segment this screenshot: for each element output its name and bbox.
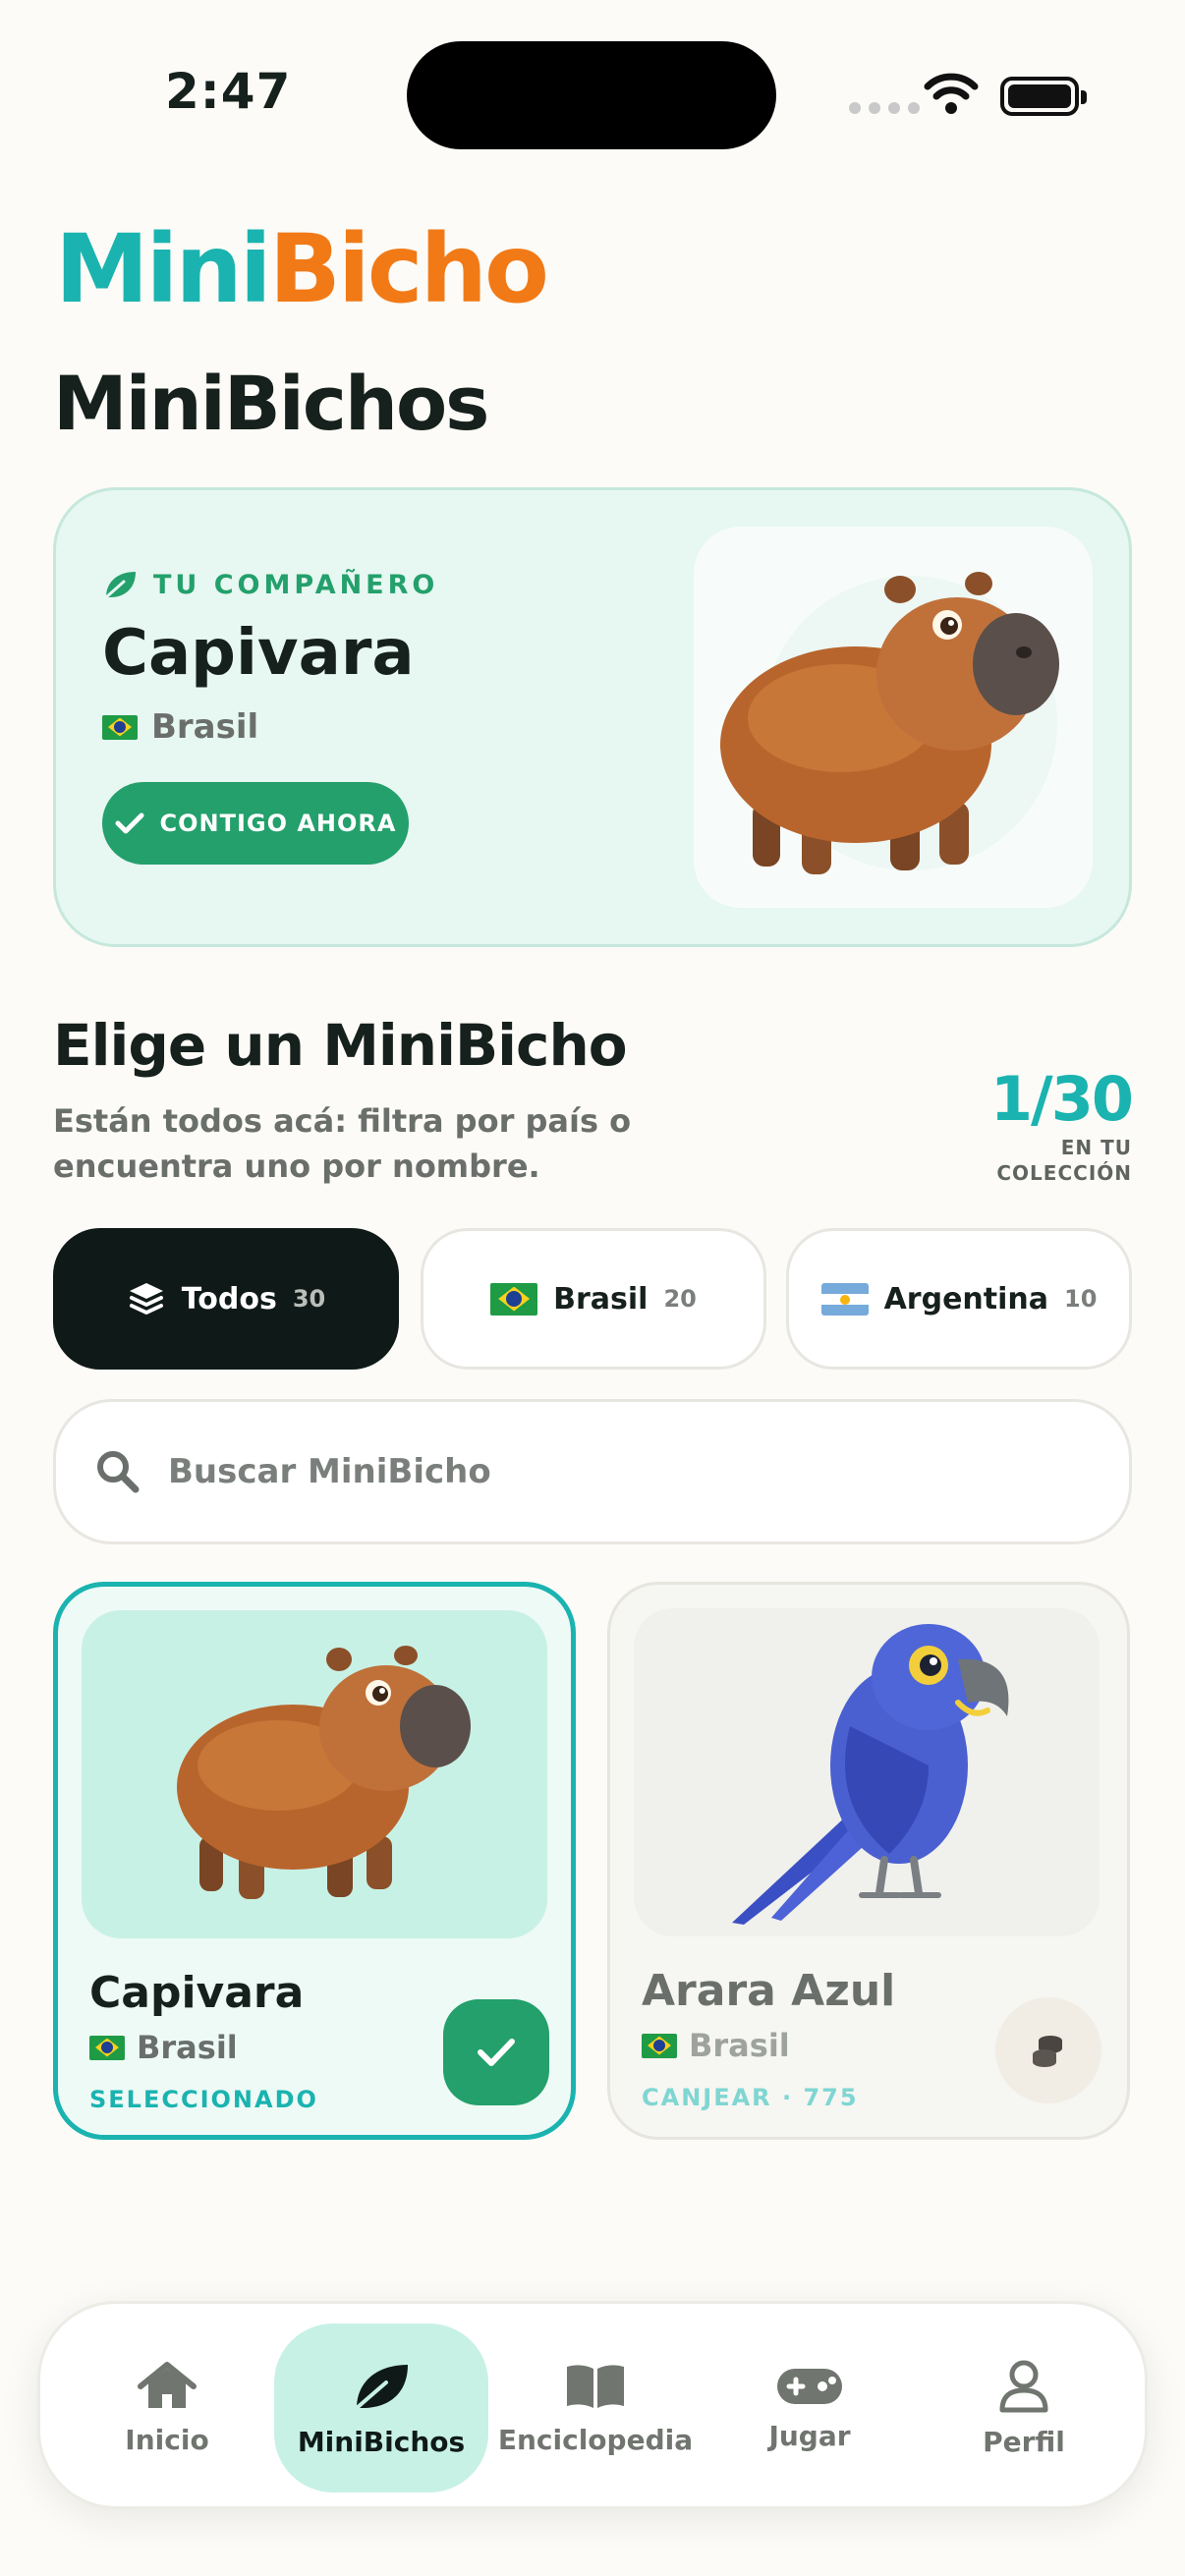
minibicho-card-arara-azul[interactable]: Arara Azul Brasil CANJEAR · 775 [607,1582,1130,2140]
nav-label: MiniBichos [297,2425,466,2458]
collection-count: 1/30 EN TU COLECCIÓN [975,1063,1134,1186]
filter-argentina[interactable]: Argentina 10 [786,1228,1132,1370]
card-name: Capivara [89,1968,305,2018]
nav-item-jugar[interactable]: Jugar [703,2324,917,2492]
gamepad-icon [777,2368,842,2404]
dynamic-island [407,41,776,149]
search-bar[interactable] [53,1399,1132,1544]
card-country: Brasil [642,2027,790,2064]
nav-label: Inicio [125,2423,209,2456]
checkmark-icon [478,2039,515,2066]
selected-check-button[interactable] [443,1999,549,2105]
card-name: Arara Azul [642,1966,896,2016]
search-input[interactable] [168,1452,954,1491]
filter-count: 10 [1064,1285,1098,1313]
macaw-illustration [732,1624,1009,1925]
layers-icon [129,1283,163,1315]
leaf-icon [355,2364,408,2410]
nav-label: Perfil [983,2425,1065,2458]
status-time: 2:47 [165,63,292,120]
filter-brasil[interactable]: Brasil 20 [421,1228,766,1370]
card-country: Brasil [89,2029,238,2066]
filter-count: 20 [663,1285,697,1313]
brazil-flag-icon [89,2035,125,2060]
leaf-icon [104,572,136,599]
minibicho-card-capivara[interactable]: Capivara Brasil SELECCIONADO [53,1582,576,2140]
filter-count: 30 [292,1285,326,1313]
bottom-nav: Inicio MiniBichos Enciclopedia Jugar Per… [37,2301,1148,2509]
card-image [634,1608,1100,1936]
nav-item-perfil[interactable]: Perfil [917,2324,1131,2492]
companion-name: Capivara [102,617,415,690]
coins-icon [1033,2036,1062,2067]
companion-label: TU COMPAÑERO [102,568,438,601]
nav-label: Enciclopedia [497,2423,694,2456]
app-logo: MiniBicho [55,214,549,324]
card-status: SELECCIONADO [89,2086,318,2113]
filter-label: Argentina [883,1281,1048,1316]
argentina-flag-icon [820,1282,869,1316]
companion-country: Brasil [102,707,258,747]
filter-label: Brasil [553,1281,649,1316]
collection-count-label: EN TU COLECCIÓN [996,1136,1132,1185]
brazil-flag-icon [642,2033,677,2058]
wifi-icon [924,73,979,114]
page-title: MiniBichos [53,360,489,447]
card-redeem-cost: CANJEAR · 775 [642,2084,859,2111]
book-icon [567,2364,624,2408]
filter-todos[interactable]: Todos 30 [53,1228,399,1370]
cellular-signal-icon [849,102,920,114]
nav-item-minibichos[interactable]: MiniBichos [274,2324,488,2492]
nav-item-enciclopedia[interactable]: Enciclopedia [488,2324,703,2492]
capybara-illustration [177,1646,471,1899]
section-subtitle: Están todos acá: filtra por país o encue… [53,1102,632,1185]
section-title: Elige un MiniBicho [53,1012,628,1079]
checkmark-icon [115,812,143,834]
brazil-flag-icon [490,1282,538,1316]
battery-icon [1000,77,1087,116]
companion-image [694,527,1093,908]
capybara-illustration [720,572,1059,874]
redeem-coins-button[interactable] [995,1997,1101,2103]
nav-label: Jugar [768,2419,851,2452]
nav-item-inicio[interactable]: Inicio [60,2324,274,2492]
filter-label: Todos [181,1281,277,1316]
search-icon [97,1451,140,1493]
brazil-flag-icon [102,714,138,740]
companion-status-button[interactable]: CONTIGO AHORA [102,782,409,865]
home-icon [138,2361,197,2408]
card-image [82,1610,547,1938]
person-icon [999,2360,1048,2412]
collection-count-value: 1/30 [989,1063,1134,1135]
